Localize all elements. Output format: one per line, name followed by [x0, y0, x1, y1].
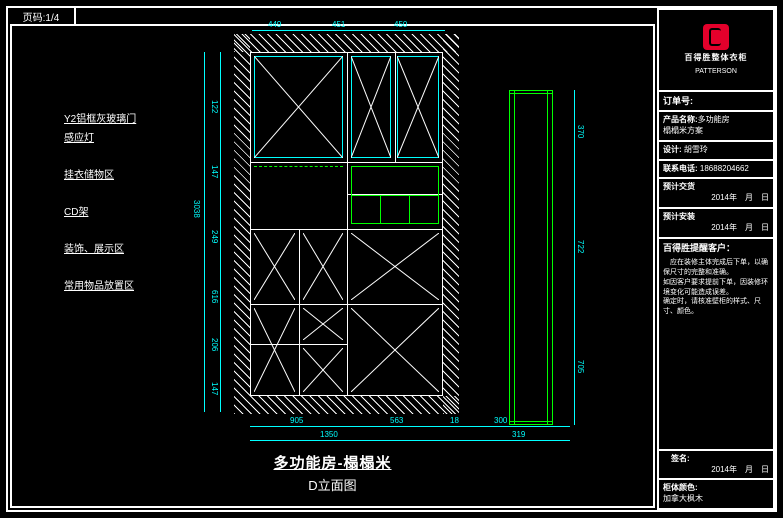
phone-cell: 联系电话: 18688204662 — [657, 159, 775, 178]
cd-rack — [351, 166, 439, 224]
dim-lv6: 206 — [210, 338, 219, 351]
dim-lv3: 3038 — [192, 200, 201, 218]
drawing-title: 多功能房-榻榻米 D立面图 — [14, 452, 651, 494]
dim-top-line — [252, 30, 445, 31]
install-cell: 预计安装 2014年 月 日 — [657, 207, 775, 237]
dim-rv3: 705 — [576, 360, 585, 373]
dim-bf: 319 — [512, 430, 525, 439]
dim-top-a: 449 — [268, 20, 281, 29]
dim-bot-line-1 — [250, 426, 570, 427]
label-sensor-light: 感应灯 — [64, 129, 184, 144]
dim-rv1: 370 — [576, 125, 585, 138]
dim-lv7: 147 — [210, 382, 219, 395]
dim-bb: 563 — [390, 416, 403, 425]
hatch-top — [234, 34, 459, 52]
hatch-right — [443, 34, 459, 414]
dim-top-c: 450 — [394, 20, 407, 29]
page-indicator: 页码:1/4 — [6, 6, 76, 24]
label-common-items: 常用物品放置区 — [64, 277, 184, 292]
sign-cell: 签名: 2014年 月 日 — [657, 449, 775, 479]
designer-cell: 设计: 胡雪玲 — [657, 140, 775, 159]
dim-right-line — [574, 90, 575, 425]
dim-lv2: 147 — [210, 165, 219, 178]
delivery-cell: 预计交货 2014年 月 日 — [657, 177, 775, 207]
brand-logo-icon — [703, 24, 729, 50]
dim-be: 300 — [494, 416, 507, 425]
side-column — [469, 90, 564, 425]
dim-ba: 905 — [290, 416, 303, 425]
brand-name-en: PATTERSON — [695, 67, 737, 76]
order-cell: 订单号: — [657, 90, 775, 110]
title-main: 多功能房-榻榻米 — [14, 452, 651, 473]
drawing-area: Y2铝框灰玻璃门 感应灯 挂衣储物区 CD架 装饰、展示区 常用物品放置区 — [14, 30, 651, 504]
dim-lv1: 122 — [210, 100, 219, 113]
label-display-zone: 装饰、展示区 — [64, 240, 184, 255]
label-glass-door: Y2铝框灰玻璃门 — [64, 110, 184, 125]
dim-rv2: 722 — [576, 240, 585, 253]
title-sub: D立面图 — [14, 475, 651, 494]
label-hanging-zone: 挂衣储物区 — [64, 166, 184, 181]
hatch-left — [234, 34, 250, 414]
cabinet-elevation — [234, 34, 459, 414]
label-cd-rack: CD架 — [64, 203, 184, 218]
color-cell: 柜体颜色: 加拿大枫木 — [657, 478, 775, 510]
product-cell: 产品名称:多功能房 榻榻米方案 — [657, 110, 775, 140]
reminder-cell: 百得胜提醒客户： 应在装修主体完成后下单，以确保尺寸的完整和准确。 如因客户要求… — [657, 237, 775, 449]
dim-bc: 18 — [450, 416, 459, 425]
annotation-labels: Y2铝框灰玻璃门 感应灯 挂衣储物区 CD架 装饰、展示区 常用物品放置区 — [64, 110, 184, 314]
dim-top-b: 451 — [332, 20, 345, 29]
hatch-bottom — [234, 396, 459, 414]
dim-bot-line-2 — [250, 440, 570, 441]
info-panel: 百得胜整体衣柜 PATTERSON 订单号: 产品名称:多功能房 榻榻米方案 设… — [657, 8, 775, 510]
brand-name: 百得胜整体衣柜 — [685, 53, 748, 64]
sensor-light-line — [254, 166, 343, 167]
dim-left-line-1 — [204, 52, 205, 412]
logo-cell: 百得胜整体衣柜 PATTERSON — [657, 8, 775, 90]
dim-lv5: 616 — [210, 290, 219, 303]
dim-lv4: 249 — [210, 230, 219, 243]
dim-bd: 1350 — [320, 430, 338, 439]
dim-left-line-2 — [220, 52, 221, 412]
